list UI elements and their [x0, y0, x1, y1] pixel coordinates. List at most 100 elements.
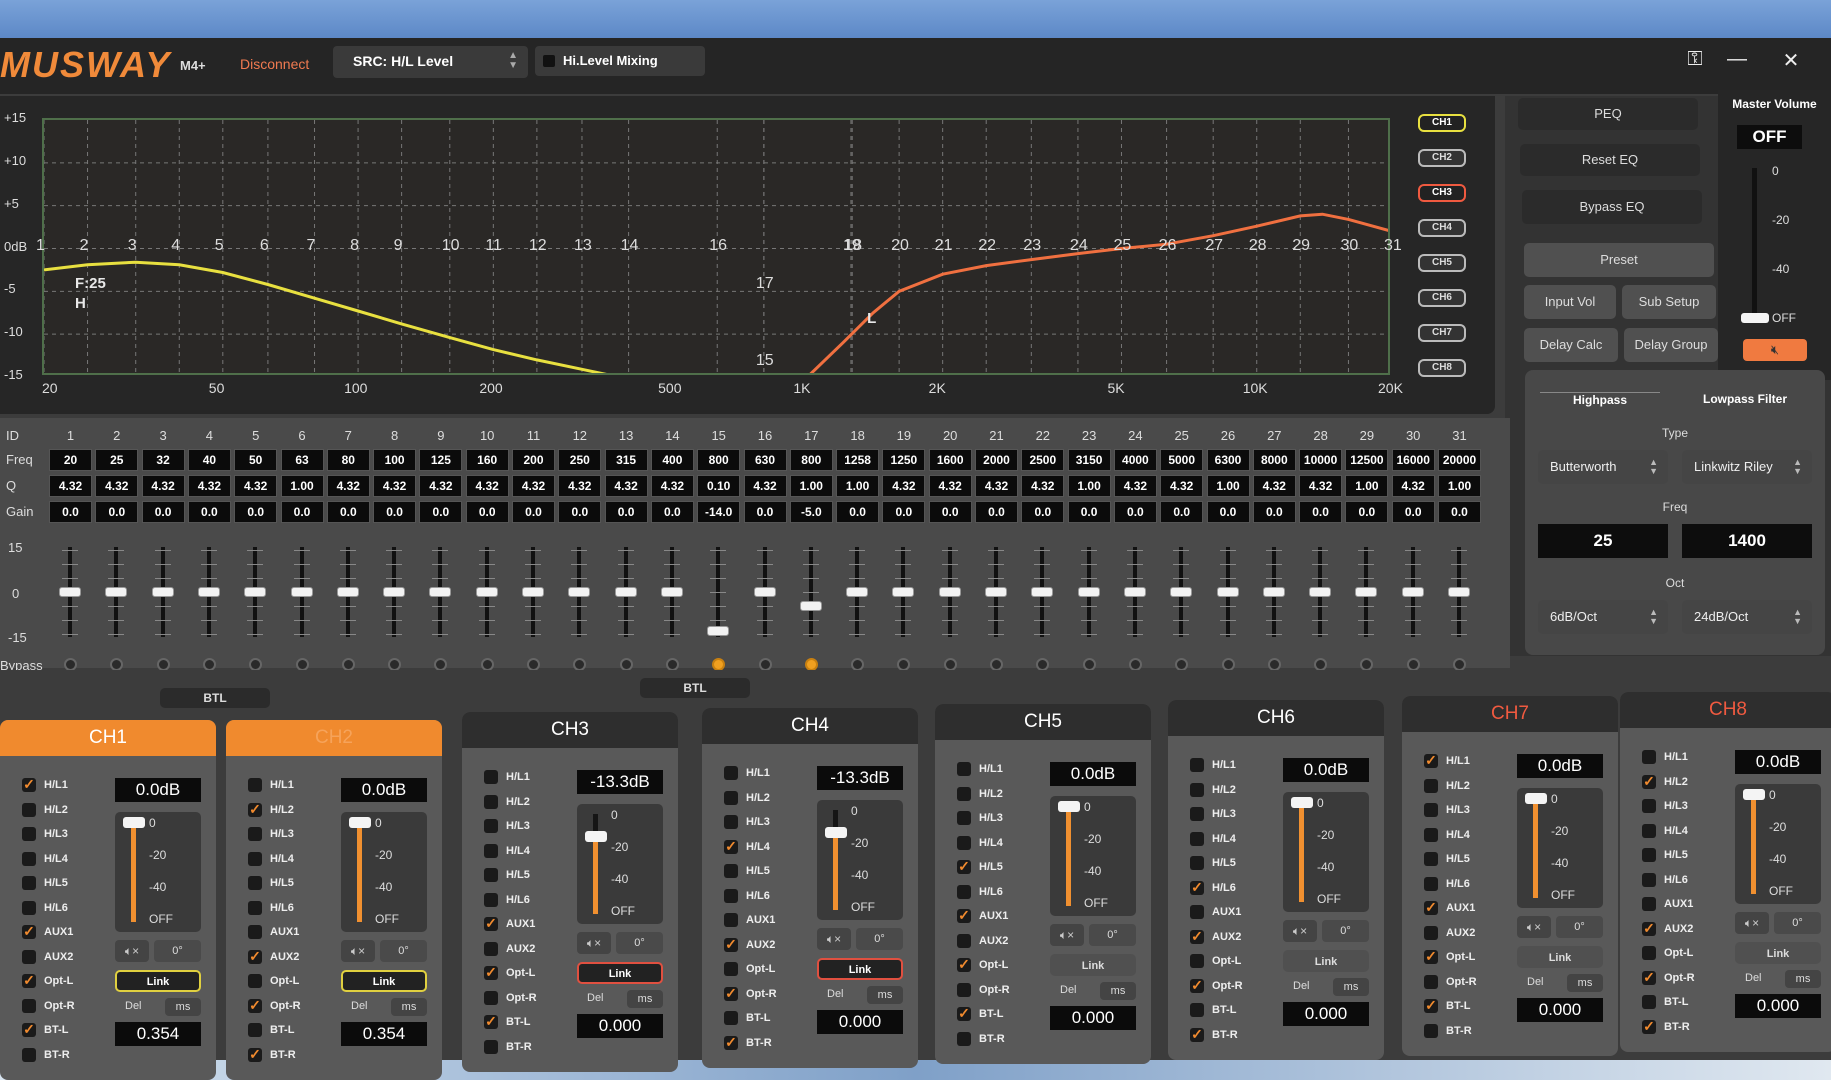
band-marker-label[interactable]: 29 [1292, 237, 1310, 255]
band-marker-label[interactable]: 26 [1159, 237, 1177, 255]
delay-unit-button[interactable]: ms [627, 990, 663, 1008]
band-q-input[interactable]: 1.00 [1438, 475, 1481, 497]
channel-volume-value[interactable]: -13.3dB [577, 770, 663, 794]
input-routing-checkbox[interactable] [248, 1023, 262, 1037]
channel-strip-title[interactable]: CH8 [1620, 692, 1831, 728]
band-q-input[interactable]: 4.32 [187, 475, 231, 497]
band-gain-fader-knob[interactable] [799, 601, 822, 611]
input-routing-checkbox[interactable] [248, 827, 262, 841]
band-gain-input[interactable]: 0.0 [1021, 501, 1065, 523]
band-freq-input[interactable]: 6300 [1206, 449, 1250, 471]
input-routing-checkbox[interactable] [1642, 799, 1656, 813]
band-gain-fader-knob[interactable] [1262, 587, 1285, 597]
input-routing-checkbox[interactable]: ✓ [1424, 949, 1438, 964]
channel-link-button[interactable]: Link [577, 962, 663, 984]
band-freq-input[interactable]: 250 [558, 449, 602, 471]
band-gain-input[interactable]: 0.0 [1067, 501, 1111, 523]
lowpass-freq-input[interactable]: 1400 [1682, 524, 1812, 558]
channel-volume-knob[interactable] [825, 827, 847, 839]
channel-phase-button[interactable]: 0° [1089, 924, 1136, 946]
input-routing-checkbox[interactable]: ✓ [1642, 1019, 1656, 1034]
channel-strip-title[interactable]: CH5 [935, 704, 1151, 740]
band-gain-input[interactable]: 0.0 [187, 501, 231, 523]
band-gain-fader-knob[interactable] [475, 587, 498, 597]
band-marker-label[interactable]: 15 [756, 352, 774, 370]
channel-link-button[interactable]: Link [1050, 954, 1136, 976]
band-gain-input[interactable]: 0.0 [975, 501, 1018, 523]
channel-volume-track[interactable] [825, 810, 847, 910]
band-q-input[interactable]: 4.32 [1252, 475, 1296, 497]
input-routing-checkbox[interactable] [1642, 823, 1656, 838]
channel-volume-fader[interactable]: 0 -20 -40 OFF [577, 804, 663, 924]
band-freq-input[interactable]: 12500 [1345, 449, 1389, 471]
delay-group-button[interactable]: Delay Group [1624, 328, 1718, 362]
input-routing-checkbox[interactable] [957, 786, 971, 801]
input-routing-checkbox[interactable]: ✓ [484, 1014, 498, 1029]
band-gain-fader-knob[interactable] [522, 587, 544, 597]
channel-link-button[interactable]: Link [1517, 946, 1603, 968]
input-routing-checkbox[interactable] [1190, 831, 1204, 846]
channel-volume-knob[interactable] [1058, 801, 1080, 812]
band-marker-label[interactable]: 10 [442, 237, 460, 255]
input-routing-checkbox[interactable] [1190, 1003, 1204, 1017]
input-routing-checkbox[interactable]: ✓ [248, 998, 262, 1013]
band-q-input[interactable]: 4.32 [1160, 475, 1204, 497]
delay-value-input[interactable]: 0.000 [1735, 994, 1821, 1018]
minimize-icon[interactable]: — [1722, 48, 1752, 71]
lowpass-slope-select[interactable]: 24dB/Oct ▲ ▼ [1682, 600, 1812, 634]
band-marker-label[interactable]: 27 [1205, 237, 1223, 255]
channel-select-ch8[interactable]: CH8 [1418, 359, 1466, 377]
band-gain-fader-knob[interactable] [429, 587, 452, 597]
band-freq-input[interactable]: 20 [49, 449, 92, 471]
band-gain-input[interactable]: 0.0 [836, 501, 880, 523]
band-freq-input[interactable]: 50 [234, 449, 278, 471]
band-marker-label[interactable]: 31 [1384, 237, 1402, 255]
band-gain-input[interactable]: 0.0 [326, 501, 370, 523]
delay-unit-button[interactable]: ms [1567, 974, 1603, 992]
band-gain-input[interactable]: 0.0 [1299, 501, 1343, 523]
channel-phase-button[interactable]: 0° [616, 932, 663, 954]
channel-volume-fader[interactable]: 0 -20 -40 OFF [341, 812, 427, 932]
band-q-input[interactable]: 4.32 [512, 475, 555, 497]
band-marker-label[interactable]: 1 [36, 237, 45, 255]
band-q-input[interactable]: 4.32 [141, 475, 185, 497]
band-marker-label[interactable]: 25 [1113, 237, 1131, 255]
band-marker-label[interactable]: 24 [1070, 237, 1088, 255]
band-freq-input[interactable]: 160 [465, 449, 509, 471]
channel-volume-track[interactable] [585, 814, 607, 914]
band-freq-input[interactable]: 3150 [1067, 449, 1111, 471]
band-q-input[interactable]: 4.32 [650, 475, 694, 497]
highpass-tab[interactable]: Highpass [1540, 392, 1660, 407]
band-freq-input[interactable]: 2000 [975, 449, 1018, 471]
master-volume-track[interactable] [1752, 168, 1757, 318]
band-q-input[interactable]: 1.00 [1067, 475, 1111, 497]
input-routing-checkbox[interactable] [1190, 856, 1204, 870]
input-routing-checkbox[interactable] [22, 998, 36, 1013]
input-routing-checkbox[interactable] [724, 888, 738, 903]
band-gain-input[interactable]: 0.0 [558, 501, 602, 523]
channel-mute-icon[interactable]: 🔈︎× [1735, 912, 1769, 934]
band-gain-fader-knob[interactable] [1170, 587, 1193, 597]
band-freq-input[interactable]: 800 [697, 449, 741, 471]
channel-volume-knob[interactable] [1525, 793, 1547, 804]
band-marker-label[interactable]: 11 [485, 237, 502, 255]
channel-volume-fader[interactable]: 0 -20 -40 OFF [1517, 788, 1603, 908]
key-icon[interactable]: ⚿ [1680, 48, 1710, 71]
band-marker-label[interactable]: 19 [843, 237, 861, 255]
input-routing-checkbox[interactable] [22, 827, 36, 841]
band-marker-label[interactable]: 8 [350, 237, 359, 255]
input-routing-checkbox[interactable]: ✓ [22, 777, 36, 792]
channel-volume-value[interactable]: 0.0dB [1283, 758, 1369, 782]
channel-volume-value[interactable]: 0.0dB [341, 778, 427, 802]
band-gain-fader-knob[interactable] [892, 587, 915, 597]
input-routing-checkbox[interactable] [1424, 876, 1438, 891]
band-q-input[interactable]: 4.32 [558, 475, 602, 497]
highpass-slope-select[interactable]: 6dB/Oct ▲ ▼ [1538, 600, 1668, 634]
band-marker-label[interactable]: 13 [574, 237, 592, 255]
input-routing-checkbox[interactable] [957, 1031, 971, 1046]
input-routing-checkbox[interactable]: ✓ [957, 908, 971, 923]
input-routing-checkbox[interactable]: ✓ [22, 1022, 36, 1037]
input-routing-checkbox[interactable] [22, 900, 36, 915]
band-marker-label[interactable]: 30 [1340, 237, 1358, 255]
delay-value-input[interactable]: 0.000 [1050, 1006, 1136, 1030]
